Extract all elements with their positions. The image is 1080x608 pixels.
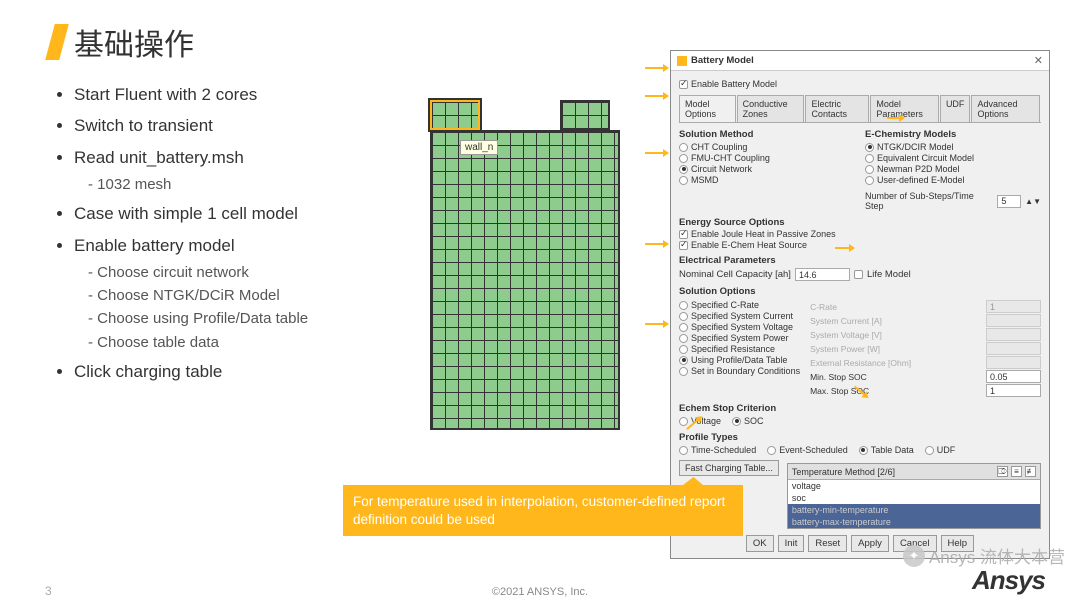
bullet-sub-item: Choose NTGK/DCiR Model xyxy=(88,284,430,307)
arrow-icon xyxy=(645,243,665,245)
profile-types-label: Profile Types xyxy=(679,432,1041,443)
life-model-label: Life Model xyxy=(867,269,911,280)
arrow-icon xyxy=(645,95,665,97)
mesh-tooltip: wall_n xyxy=(460,140,498,155)
copyright: ©2021 ANSYS, Inc. xyxy=(0,586,1080,598)
fast-charging-table-button[interactable]: Fast Charging Table... xyxy=(679,460,779,476)
tab-udf[interactable]: UDF xyxy=(940,95,971,122)
bullet-item: Click charging table xyxy=(74,359,430,385)
mesh-tab-positive xyxy=(560,100,610,130)
battery-model-dialog: Battery Model ✕ Enable Battery Model Mod… xyxy=(670,50,1050,559)
select-all-icon[interactable]: ≡ xyxy=(1011,466,1022,477)
bullet-sub-item: Choose circuit network xyxy=(88,261,430,284)
deselect-icon[interactable]: ≢ xyxy=(1025,466,1036,477)
tab-conductive-zones[interactable]: Conductive Zones xyxy=(737,95,805,122)
bullet-item: Switch to transient xyxy=(74,113,430,139)
callout-note: For temperature used in interpolation, c… xyxy=(343,485,743,536)
close-icon[interactable]: ✕ xyxy=(1034,54,1043,67)
slide-title: 基础操作 xyxy=(74,20,194,64)
bullet-sub-item: Choose using Profile/Data table xyxy=(88,307,430,330)
nominal-capacity-label: Nominal Cell Capacity [ah] xyxy=(679,269,791,280)
temp-method-item[interactable]: battery-min-temperature xyxy=(788,504,1040,516)
nominal-capacity-input[interactable]: 14.6 xyxy=(795,268,850,281)
solution-method-option[interactable]: CHT Coupling xyxy=(679,142,855,152)
solution-option-option[interactable]: Set in Boundary Conditions xyxy=(679,366,800,376)
profile-type-option[interactable]: Time-Scheduled xyxy=(679,445,756,455)
joule-heat-checkbox[interactable]: Enable Joule Heat in Passive Zones xyxy=(679,229,1041,239)
solution-option-option[interactable]: Specified Resistance xyxy=(679,344,800,354)
disabled-field: External Resistance [Ohm] xyxy=(810,356,1041,369)
life-model-checkbox[interactable] xyxy=(854,270,863,279)
tab-model-options[interactable]: Model Options xyxy=(679,95,736,122)
bullet-item: Read unit_battery.msh1032 mesh xyxy=(74,145,430,197)
arrow-icon xyxy=(645,67,665,69)
dialog-icon xyxy=(677,56,687,66)
solution-options-label: Solution Options xyxy=(679,286,1041,297)
disabled-field: System Voltage [V] xyxy=(810,328,1041,341)
echem-heat-checkbox[interactable]: Enable E-Chem Heat Source xyxy=(679,240,1041,250)
arrow-icon xyxy=(835,247,851,249)
tab-electric-contacts[interactable]: Electric Contacts xyxy=(805,95,869,122)
dialog-tabs: Model OptionsConductive ZonesElectric Co… xyxy=(679,95,1041,123)
filter-icon[interactable]: ⎄ xyxy=(997,466,1008,477)
max-stop-soc[interactable]: Max. Stop SOC1 xyxy=(810,384,1041,397)
temp-method-item[interactable]: voltage xyxy=(788,480,1040,492)
bullet-sub-item: Choose table data xyxy=(88,331,430,354)
temp-method-item[interactable]: soc xyxy=(788,492,1040,504)
profile-type-option[interactable]: Table Data xyxy=(859,445,914,455)
profile-type-option[interactable]: Event-Scheduled xyxy=(767,445,848,455)
echem-stop-option[interactable]: SOC xyxy=(732,416,764,426)
dialog-title: Battery Model xyxy=(691,55,754,66)
arrow-icon xyxy=(887,117,901,119)
electrical-params-label: Electrical Parameters xyxy=(679,255,1041,266)
arrow-icon xyxy=(645,323,665,325)
tab-advanced-options[interactable]: Advanced Options xyxy=(971,95,1040,122)
temp-method-label: Temperature Method [2/6] xyxy=(792,467,895,477)
substeps-label: Number of Sub-Steps/Time Step xyxy=(865,191,993,211)
solution-option-option[interactable]: Specified System Current xyxy=(679,311,800,321)
enable-battery-model-checkbox[interactable]: Enable Battery Model xyxy=(679,76,1041,94)
reset-button[interactable]: Reset xyxy=(808,535,847,552)
mesh-cell-body xyxy=(430,130,620,430)
title-accent xyxy=(45,24,69,60)
echem-models-label: E-Chemistry Models xyxy=(865,129,1041,140)
solution-method-option[interactable]: Circuit Network xyxy=(679,164,855,174)
wechat-icon: ✦ xyxy=(903,545,925,567)
substeps-input[interactable]: 5 xyxy=(997,195,1021,208)
profile-type-option[interactable]: UDF xyxy=(925,445,956,455)
echem-model-option[interactable]: Newman P2D Model xyxy=(865,164,1041,174)
disabled-field: C-Rate1 xyxy=(810,300,1041,313)
energy-source-label: Energy Source Options xyxy=(679,217,1041,228)
echem-stop-label: Echem Stop Criterion xyxy=(679,403,1041,414)
solution-option-option[interactable]: Specified C-Rate xyxy=(679,300,800,310)
solution-method-label: Solution Method xyxy=(679,129,855,140)
solution-option-option[interactable]: Specified System Power xyxy=(679,333,800,343)
bullet-sub-item: 1032 mesh xyxy=(88,173,430,196)
mesh-viewport: wall_n xyxy=(430,100,640,430)
min-stop-soc[interactable]: Min. Stop SOC0.05 xyxy=(810,370,1041,383)
temp-method-item[interactable]: battery-max-temperature xyxy=(788,516,1040,528)
echem-model-option[interactable]: User-defined E-Model xyxy=(865,175,1041,185)
apply-button[interactable]: Apply xyxy=(851,535,889,552)
mesh-tab-negative xyxy=(430,100,480,130)
bullet-item: Start Fluent with 2 cores xyxy=(74,82,430,108)
solution-option-option[interactable]: Using Profile/Data Table xyxy=(679,355,800,365)
disabled-field: System Power [W] xyxy=(810,342,1041,355)
arrow-icon xyxy=(645,152,665,154)
bullet-item: Case with simple 1 cell model xyxy=(74,201,430,227)
solution-option-option[interactable]: Specified System Voltage xyxy=(679,322,800,332)
bullet-item: Enable battery modelChoose circuit netwo… xyxy=(74,233,430,354)
echem-model-option[interactable]: Equivalent Circuit Model xyxy=(865,153,1041,163)
solution-method-option[interactable]: MSMD xyxy=(679,175,855,185)
bullet-list: Start Fluent with 2 cores Switch to trans… xyxy=(50,82,430,385)
init-button[interactable]: Init xyxy=(778,535,805,552)
solution-method-option[interactable]: FMU-CHT Coupling xyxy=(679,153,855,163)
ok-button[interactable]: OK xyxy=(746,535,774,552)
echem-model-option[interactable]: NTGK/DCIR Model xyxy=(865,142,1041,152)
ansys-logo: Ansys xyxy=(972,565,1045,596)
disabled-field: System Current [A] xyxy=(810,314,1041,327)
